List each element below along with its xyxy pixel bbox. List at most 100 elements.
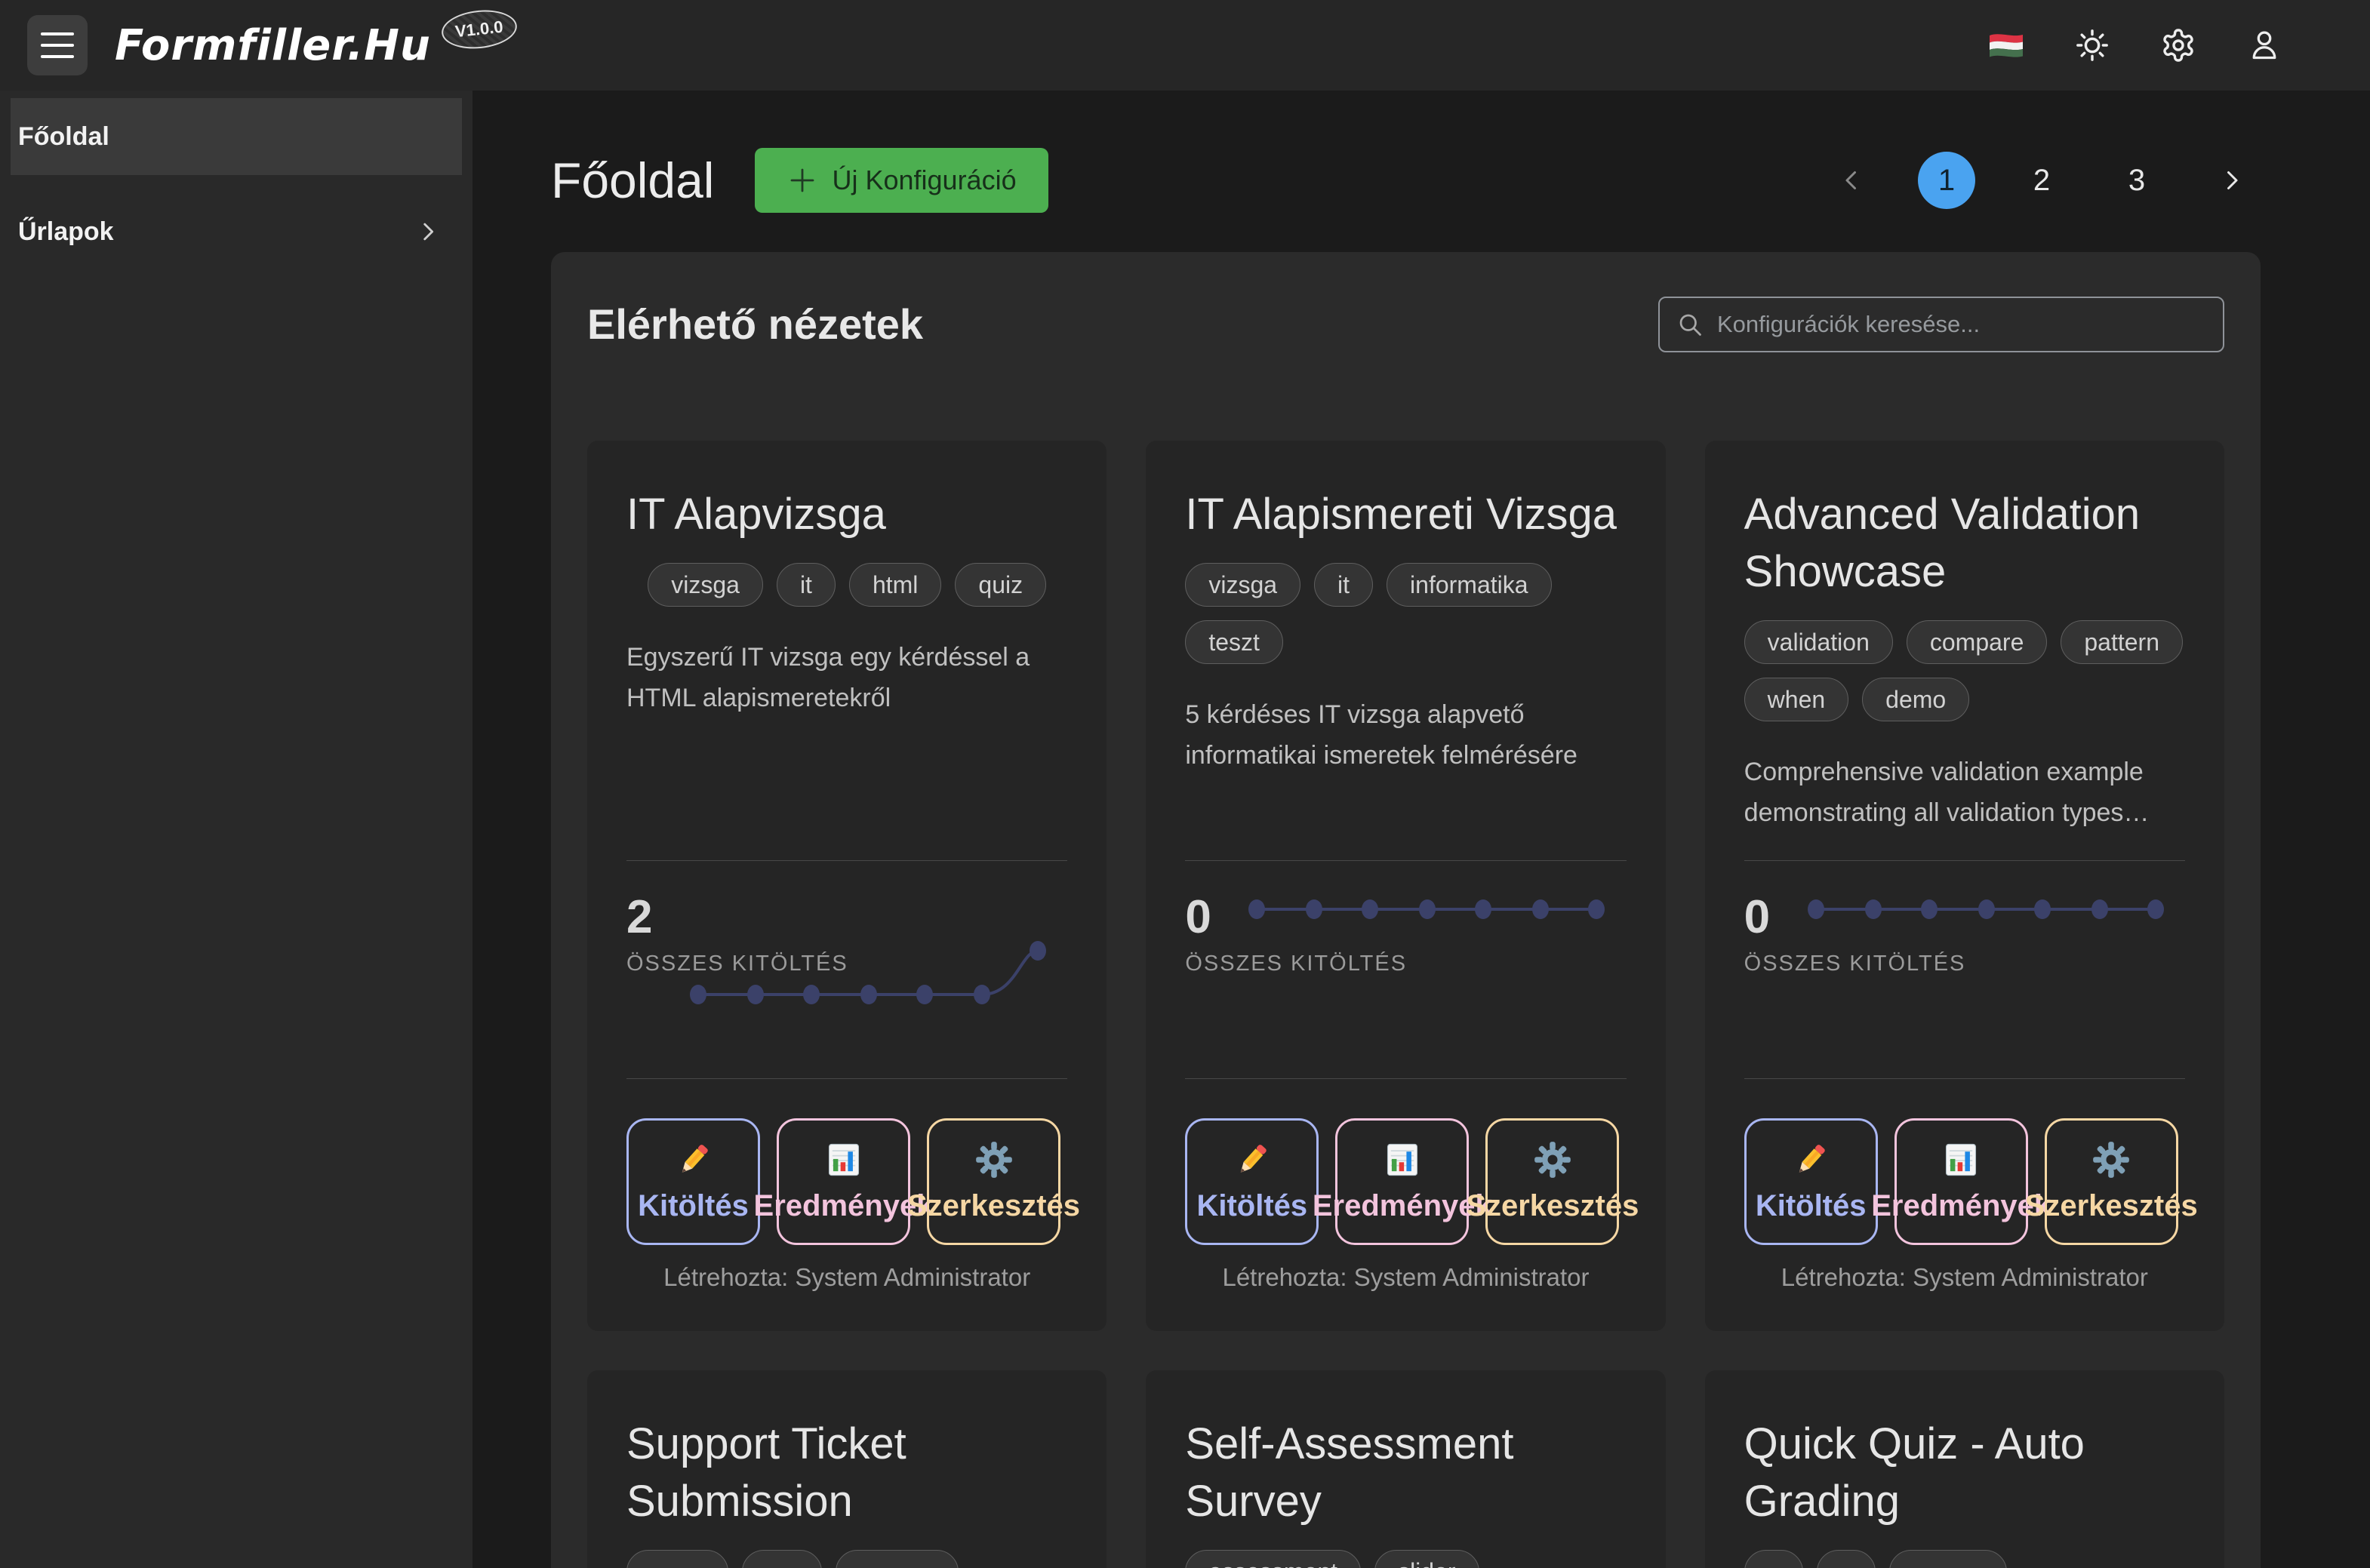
action-button-bar-chart[interactable]: Eredmények xyxy=(1894,1118,2028,1245)
tag-pill: it xyxy=(1314,563,1373,607)
tag-pill xyxy=(742,1550,822,1568)
action-button-pencil[interactable]: Kitöltés xyxy=(1744,1118,1878,1245)
tag-pill: it xyxy=(777,563,836,607)
gear-action-icon xyxy=(1533,1140,1572,1179)
action-button-gear[interactable]: Szerkesztés xyxy=(1485,1118,1619,1245)
pagination: 1 2 3 xyxy=(1823,152,2261,209)
pagination-page-3[interactable]: 3 xyxy=(2108,152,2165,209)
card-stats: 0 ÖSSZES KITÖLTÉS xyxy=(1185,861,1626,1078)
action-button-bar-chart[interactable]: Eredmények xyxy=(1335,1118,1469,1245)
action-label: Szerkesztés xyxy=(907,1189,1080,1223)
card-actions: Kitöltés Eredmények xyxy=(1185,1118,1626,1245)
tag-pill xyxy=(1817,1550,1876,1568)
cards-grid: IT Alapvizsga vizsgaithtmlquiz Egyszerű … xyxy=(587,441,2224,1568)
hungarian-flag-icon xyxy=(1987,29,2026,62)
tag-pill: informatika xyxy=(1387,563,1552,607)
action-label: Kitöltés xyxy=(1196,1189,1307,1223)
pencil-icon xyxy=(1791,1140,1830,1179)
card-tags: vizsga it informatika teszt xyxy=(1185,563,1626,664)
settings-button[interactable] xyxy=(2157,24,2199,66)
card-actions: Kitöltés Eredmények xyxy=(626,1118,1067,1245)
config-card: Advanced Validation Showcase validation c… xyxy=(1705,441,2224,1331)
language-flag-button[interactable] xyxy=(1985,24,2027,66)
creator-label: Létrehozta: System Administrator xyxy=(1185,1263,1626,1292)
app-logo: Formfiller.Hu xyxy=(115,21,431,70)
tag-pill: vizsga xyxy=(648,563,763,607)
user-icon xyxy=(2248,29,2281,62)
card-description: Egyszerű IT vizsga egy kérdéssel a HTML … xyxy=(626,637,1067,718)
tag-pill: quiz xyxy=(955,563,1046,607)
card-tags: assessmentslidercomputed xyxy=(1185,1550,1626,1568)
divider xyxy=(1185,1078,1626,1079)
action-button-pencil[interactable]: Kitöltés xyxy=(626,1118,760,1245)
sidebar-item-fooldal[interactable]: Főoldal xyxy=(11,98,462,175)
card-stats: 2 ÖSSZES KITÖLTÉS xyxy=(626,861,1067,1078)
action-button-bar-chart[interactable]: Eredmények xyxy=(777,1118,910,1245)
page-title: Főoldal xyxy=(551,152,714,209)
plus-icon xyxy=(786,164,818,196)
search-input[interactable] xyxy=(1717,311,2206,338)
user-account-button[interactable] xyxy=(2243,24,2285,66)
gear-icon xyxy=(1533,1140,1572,1182)
creator-label: Létrehozta: System Administrator xyxy=(626,1263,1067,1292)
card-stats: 0 ÖSSZES KITÖLTÉS xyxy=(1744,861,2185,1078)
sun-icon xyxy=(2075,28,2110,63)
available-views-panel: Elérhető nézetek IT Alapvizsga vizsgaith… xyxy=(551,252,2261,1568)
menu-hamburger-button[interactable] xyxy=(27,15,88,75)
pagination-page-2[interactable]: 2 xyxy=(2013,152,2070,209)
tag-pill: compare xyxy=(1907,620,2048,664)
config-card: Self-Assessment Survey assessmentsliderc… xyxy=(1146,1370,1665,1568)
creator-label: Létrehozta: System Administrator xyxy=(1744,1263,2185,1292)
card-title: Advanced Validation Showcase xyxy=(1744,486,2185,601)
card-description: Comprehensive validation example demonst… xyxy=(1744,752,2185,833)
search-icon xyxy=(1676,311,1704,338)
bar-chart-icon xyxy=(1941,1140,1981,1182)
chevron-left-icon xyxy=(1838,167,1865,194)
card-actions: Kitöltés Eredmények xyxy=(1744,1118,2185,1245)
pencil-icon xyxy=(1233,1140,1272,1182)
main-content: Főoldal Új Konfiguráció 1 2 3 Elérhető n… xyxy=(472,91,2370,1568)
new-config-button[interactable]: Új Konfiguráció xyxy=(755,148,1048,213)
pagination-next-button[interactable] xyxy=(2203,152,2261,209)
tag-pill xyxy=(1889,1550,2007,1568)
tag-pill: vizsga xyxy=(1185,563,1300,607)
tag-pill: html xyxy=(849,563,941,607)
sparkline-chart xyxy=(689,861,1051,1012)
action-label: Kitöltés xyxy=(638,1189,749,1223)
tag-pill: teszt xyxy=(1185,620,1283,664)
new-config-label: Új Konfiguráció xyxy=(832,164,1016,196)
sidebar-item-label: Űrlapok xyxy=(18,217,114,247)
gear-icon xyxy=(2091,1140,2131,1182)
action-button-gear[interactable]: Szerkesztés xyxy=(927,1118,1060,1245)
action-label: Eredmények xyxy=(1871,1189,2051,1223)
gear-icon xyxy=(2160,27,2196,63)
card-description: 5 kérdéses IT vizsga alapvető informatik… xyxy=(1185,694,1626,776)
action-button-pencil[interactable]: Kitöltés xyxy=(1185,1118,1319,1245)
bar-chart-icon xyxy=(824,1140,863,1182)
pagination-prev-button[interactable] xyxy=(1823,152,1880,209)
tag-pill xyxy=(626,1550,728,1568)
tag-pill: pattern xyxy=(2061,620,2183,664)
search-box xyxy=(1658,297,2224,352)
tag-pill: validation xyxy=(1744,620,1893,664)
bar-chart-icon xyxy=(824,1140,863,1179)
page-header: Főoldal Új Konfiguráció 1 2 3 xyxy=(551,148,2261,213)
pencil-icon xyxy=(1791,1140,1830,1182)
card-title: Support Ticket Submission xyxy=(626,1416,1067,1530)
divider xyxy=(626,1078,1067,1079)
action-button-gear[interactable]: Szerkesztés xyxy=(2045,1118,2178,1245)
pagination-page-1[interactable]: 1 xyxy=(1918,152,1975,209)
pencil-icon xyxy=(1233,1140,1272,1179)
tag-pill xyxy=(836,1550,959,1568)
divider xyxy=(1744,1078,2185,1079)
theme-toggle-button[interactable] xyxy=(2071,24,2113,66)
action-label: Eredmények xyxy=(754,1189,934,1223)
action-label: Szerkesztés xyxy=(1466,1189,1639,1223)
pencil-icon xyxy=(674,1140,713,1182)
bar-chart-icon xyxy=(1941,1140,1981,1179)
sidebar-item-urlapok[interactable]: Űrlapok xyxy=(11,193,462,270)
card-title: IT Alapismereti Vizsga xyxy=(1185,486,1626,543)
panel-title: Elérhető nézetek xyxy=(587,294,923,355)
version-badge: V1.0.0 xyxy=(440,7,519,52)
card-title: Quick Quiz - Auto Grading xyxy=(1744,1416,2185,1530)
